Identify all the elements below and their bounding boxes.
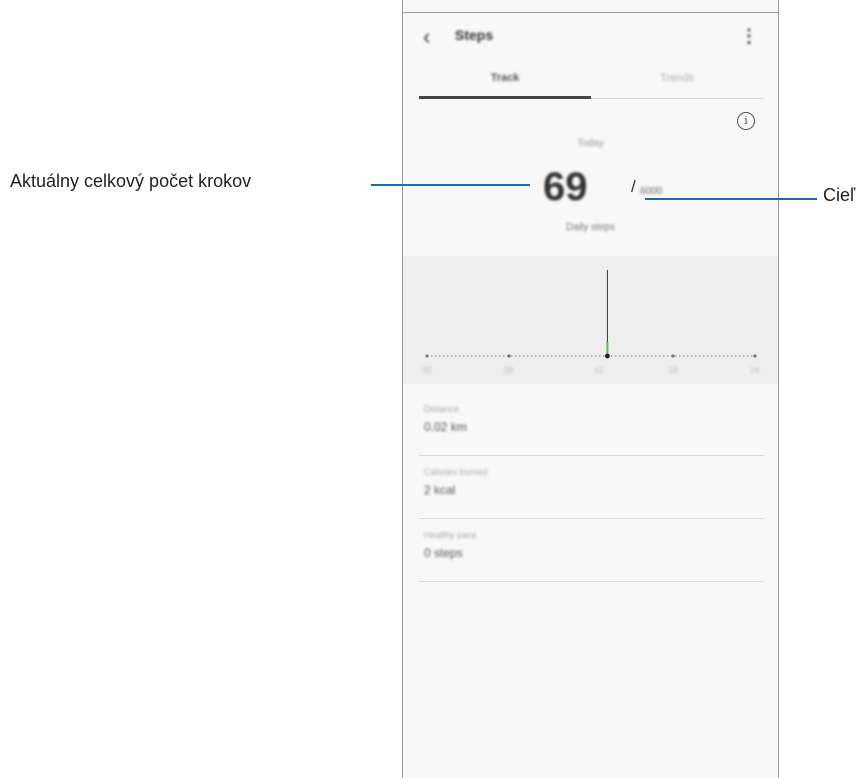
tab-track[interactable]: Track <box>419 72 591 84</box>
tab-indicator <box>419 96 591 99</box>
steps-goal: 6000 <box>640 186 663 197</box>
list-item[interactable]: Calories burned 2 kcal <box>419 456 764 519</box>
phone-screen: ‹ Steps ⋮ Track Trends i Today 69 / 6000… <box>402 0 779 778</box>
tick-label: 24 <box>751 366 760 375</box>
steps-separator: / <box>631 177 636 196</box>
steps-chart: 00 06 12 18 24 <box>403 256 778 384</box>
stat-label: Distance <box>424 404 460 414</box>
info-icon[interactable]: i <box>737 112 755 130</box>
callout-goal: Cieľ <box>823 185 856 205</box>
tab-bar: Track Trends <box>419 64 764 100</box>
steps-chart-svg: 00 06 12 18 24 <box>423 270 760 375</box>
chart-tick-dot <box>507 354 511 358</box>
current-steps: 69 <box>543 165 588 209</box>
tab-trends[interactable]: Trends <box>591 72 763 84</box>
period-label: Today <box>577 138 604 149</box>
phone-top-border <box>403 12 778 13</box>
tick-label: 18 <box>669 366 678 375</box>
stat-label: Calories burned <box>424 467 488 477</box>
list-item[interactable]: Healthy pace 0 steps <box>419 519 764 582</box>
daily-steps-label: Daily steps <box>566 222 615 233</box>
tick-label: 06 <box>505 366 514 375</box>
callout-current-steps: Aktuálny celkový počet krokov <box>10 171 252 191</box>
chart-tick-dot <box>671 354 675 358</box>
stat-label: Healthy pace <box>424 530 477 540</box>
stats-list: Distance 0.02 km Calories burned 2 kcal … <box>419 393 764 582</box>
chart-tick-dot <box>753 354 757 358</box>
list-item[interactable]: Distance 0.02 km <box>419 393 764 456</box>
chevron-left-icon[interactable]: ‹ <box>423 24 430 50</box>
chart-tick-dot <box>425 354 429 358</box>
page-title: Steps <box>455 27 494 43</box>
stat-value: 0 steps <box>424 546 463 560</box>
stat-value: 0.02 km <box>424 420 467 434</box>
current-time-dot <box>605 353 610 359</box>
more-vert-icon[interactable]: ⋮ <box>740 26 758 47</box>
callout-line-right <box>645 198 817 200</box>
tick-label: 12 <box>595 366 604 375</box>
chart-tick-labels: 00 06 12 18 24 <box>423 366 760 375</box>
tick-label: 00 <box>423 366 432 375</box>
callout-line-left <box>371 184 530 186</box>
app-bar: ‹ Steps ⋮ <box>403 18 778 54</box>
stat-value: 2 kcal <box>424 483 456 497</box>
